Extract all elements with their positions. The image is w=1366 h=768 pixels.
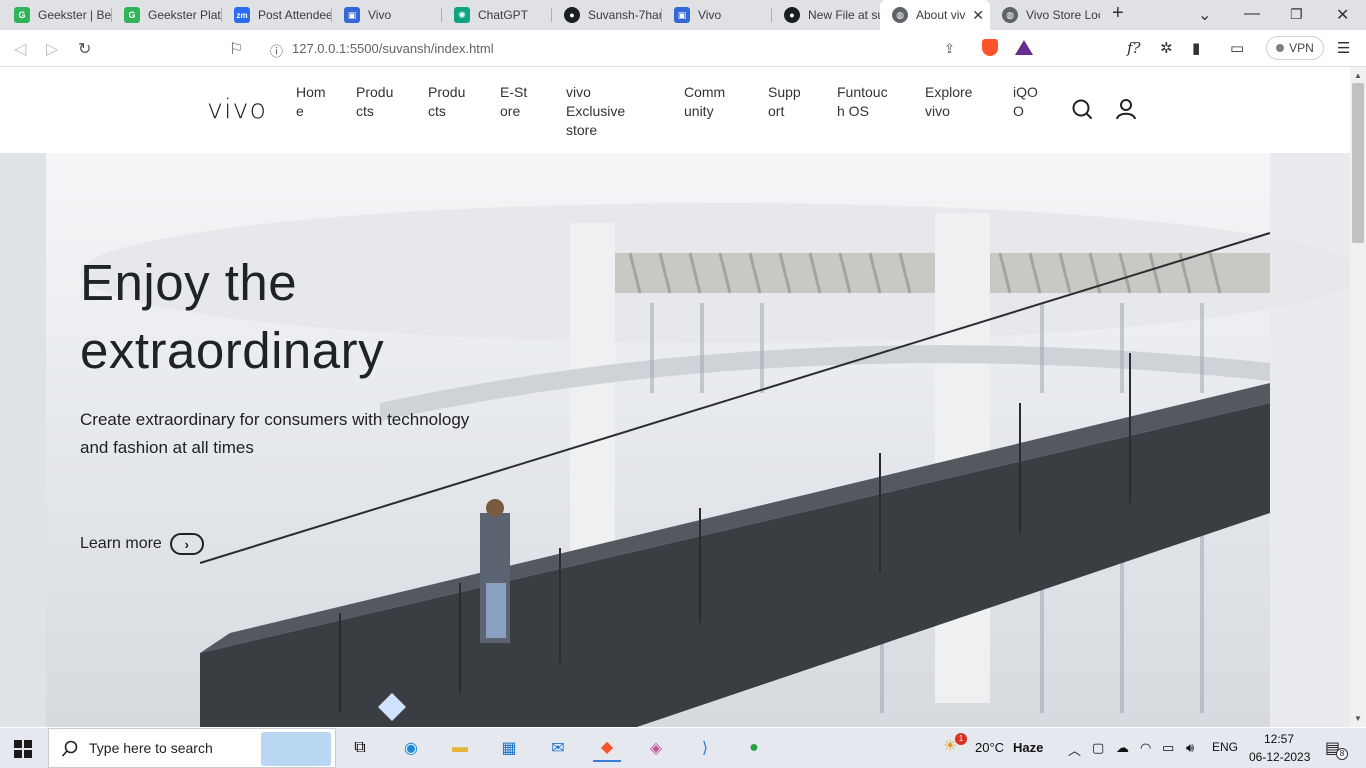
meet-now-icon[interactable]: ▢ (1092, 740, 1104, 756)
vpn-status-icon (1276, 44, 1285, 52)
microsoft-store-icon[interactable]: ▦ (495, 734, 523, 762)
share-icon[interactable]: ⇪ (944, 41, 955, 57)
windows-start-icon[interactable] (14, 740, 32, 758)
task-view-icon[interactable]: ⧉ (346, 734, 374, 762)
formula-extension-icon[interactable]: f? (1127, 39, 1141, 57)
user-favicon-icon: ▣ (674, 7, 690, 23)
browser-tab[interactable]: ▣ Vivo (332, 0, 442, 30)
hero-subtitle: Create extraordinary for consumers with … (80, 410, 470, 457)
github-favicon-icon: ● (564, 7, 580, 23)
forward-icon[interactable]: ▷ (46, 39, 58, 59)
nav-community[interactable]: Community (684, 83, 732, 121)
brave-shields-icon[interactable] (982, 39, 998, 56)
extensions-puzzle-icon[interactable]: ✲ (1160, 39, 1173, 57)
taskbar-search-box[interactable]: Type here to search (48, 728, 336, 768)
browser-tab[interactable]: ▣ Vivo (662, 0, 772, 30)
nav-iqoo[interactable]: iQOO (1013, 83, 1039, 121)
geekster-favicon-icon: G (14, 7, 30, 23)
volume-icon[interactable]: 🔊︎ (1186, 740, 1194, 756)
nav-e-store[interactable]: E-Store (500, 83, 530, 121)
bookmark-icon[interactable]: ⚐ (229, 39, 243, 59)
scrollbar-thumb[interactable] (1352, 83, 1364, 243)
globe-favicon-icon: ◍ (892, 7, 908, 23)
close-tab-icon[interactable]: ✕ (972, 7, 984, 24)
new-tab-button[interactable]: + (1112, 2, 1124, 25)
github-favicon-icon: ● (784, 7, 800, 23)
close-window-button[interactable]: ✕ (1336, 5, 1349, 25)
reload-icon[interactable]: ↻ (78, 39, 91, 59)
nav-support[interactable]: Support (768, 83, 804, 121)
scroll-down-arrow-icon[interactable]: ▼ (1354, 714, 1362, 723)
notification-count-badge: 8 (1336, 748, 1348, 760)
nav-explore-vivo[interactable]: Explore vivo (925, 83, 981, 121)
scroll-up-arrow-icon[interactable]: ▲ (1354, 71, 1362, 80)
browser-tab-active[interactable]: ◍ About vivo ✕ (880, 0, 990, 30)
edge-browser-icon[interactable]: ◉ (397, 734, 425, 762)
nav-funtouch-os[interactable]: Funtouch OS (837, 83, 893, 121)
browser-tab[interactable]: zm Post Attendee (222, 0, 332, 30)
browser-tab[interactable]: ● New File at suvansh (772, 0, 882, 30)
geekster-favicon-icon: G (124, 7, 140, 23)
wallet-icon[interactable]: ▭ (1230, 39, 1244, 57)
show-hidden-icons-chevron-icon[interactable]: ︿ (1068, 740, 1081, 759)
weather-temperature[interactable]: 20°C (975, 740, 1004, 755)
search-highlight-snowman-icon (261, 732, 331, 766)
site-info-icon[interactable]: ⓘ (270, 41, 283, 60)
menu-hamburger-icon[interactable]: ☰ (1337, 39, 1350, 57)
globe-favicon-icon: ◍ (1002, 7, 1018, 23)
browser-tab-strip: G Geekster | Best G Geekster Platform zm… (0, 0, 1366, 30)
back-icon[interactable]: ◁ (14, 39, 26, 59)
browser-tab[interactable]: ● Suvansh-7harma (552, 0, 662, 30)
vscode-icon[interactable]: ⟩ (691, 734, 719, 762)
restore-window-button[interactable]: ❐ (1290, 6, 1303, 23)
sidebar-icon[interactable]: ▮ (1192, 39, 1200, 57)
nav-products-2[interactable]: Products (428, 83, 466, 121)
minimize-window-button[interactable]: — (1244, 5, 1260, 23)
url-text: 127.0.0.1:5500/suvansh/index.html (292, 41, 494, 56)
git-app-icon[interactable]: ◈ (642, 734, 670, 762)
vpn-button[interactable]: VPN (1266, 36, 1324, 60)
hero-title: Enjoy the extraordinary (80, 254, 385, 379)
nav-vivo-exclusive-store[interactable]: vivo Exclusive store (566, 83, 636, 140)
browser-tab[interactable]: G Geekster Platform (112, 0, 222, 30)
weather-description[interactable]: Haze (1013, 740, 1043, 755)
whatsapp-icon[interactable]: ● (740, 734, 768, 762)
weather-badge: 1 (955, 733, 967, 745)
chevron-right-icon[interactable]: › (169, 533, 204, 555)
user-account-icon[interactable] (1115, 98, 1137, 120)
learn-more-link[interactable]: Learn more › (80, 533, 204, 555)
page-viewport: vivo Home Products Products E-Store vivo… (0, 67, 1350, 727)
chatgpt-favicon-icon: ✺ (454, 7, 470, 23)
mail-icon[interactable]: ✉ (544, 734, 572, 762)
search-icon (61, 740, 78, 757)
site-header: vivo Home Products Products E-Store vivo… (0, 67, 1350, 153)
tab-search-chevron-icon[interactable]: ⌄ (1198, 5, 1211, 25)
nav-home[interactable]: Home (296, 83, 326, 121)
browser-tab[interactable]: ◍ Vivo Store Locator (990, 0, 1100, 30)
battery-icon[interactable]: ▭ (1162, 740, 1174, 756)
language-indicator[interactable]: ENG (1212, 740, 1238, 754)
browser-tab[interactable]: ✺ ChatGPT (442, 0, 552, 30)
onedrive-cloud-icon[interactable]: ☁ (1116, 740, 1129, 756)
wifi-icon[interactable]: ◠ (1140, 740, 1151, 756)
vivo-logo[interactable]: vivo (207, 94, 267, 125)
browser-tab[interactable]: G Geekster | Best (2, 0, 112, 30)
clock-time[interactable]: 12:57 (1264, 732, 1294, 746)
hero-banner: Enjoy the extraordinary Create extraordi… (0, 153, 1350, 727)
file-explorer-icon[interactable]: ▬ (446, 734, 474, 762)
user-favicon-icon: ▣ (344, 7, 360, 23)
brave-browser-icon[interactable]: ◆ (593, 734, 621, 762)
nav-products[interactable]: Products (356, 83, 394, 121)
clock-date[interactable]: 06-12-2023 (1249, 750, 1310, 764)
search-icon[interactable] (1071, 98, 1093, 120)
windows-taskbar: Type here to search ⧉ ◉ ▬ ▦ ✉ ◆ ◈ ⟩ ● ☀ … (0, 728, 1366, 768)
zoom-favicon-icon: zm (234, 7, 250, 23)
address-bar[interactable]: ⓘ 127.0.0.1:5500/suvansh/index.html ⇪ (258, 34, 1042, 63)
brave-rewards-icon[interactable] (1015, 40, 1033, 55)
page-scrollbar[interactable]: ▲ ▼ (1350, 67, 1366, 727)
